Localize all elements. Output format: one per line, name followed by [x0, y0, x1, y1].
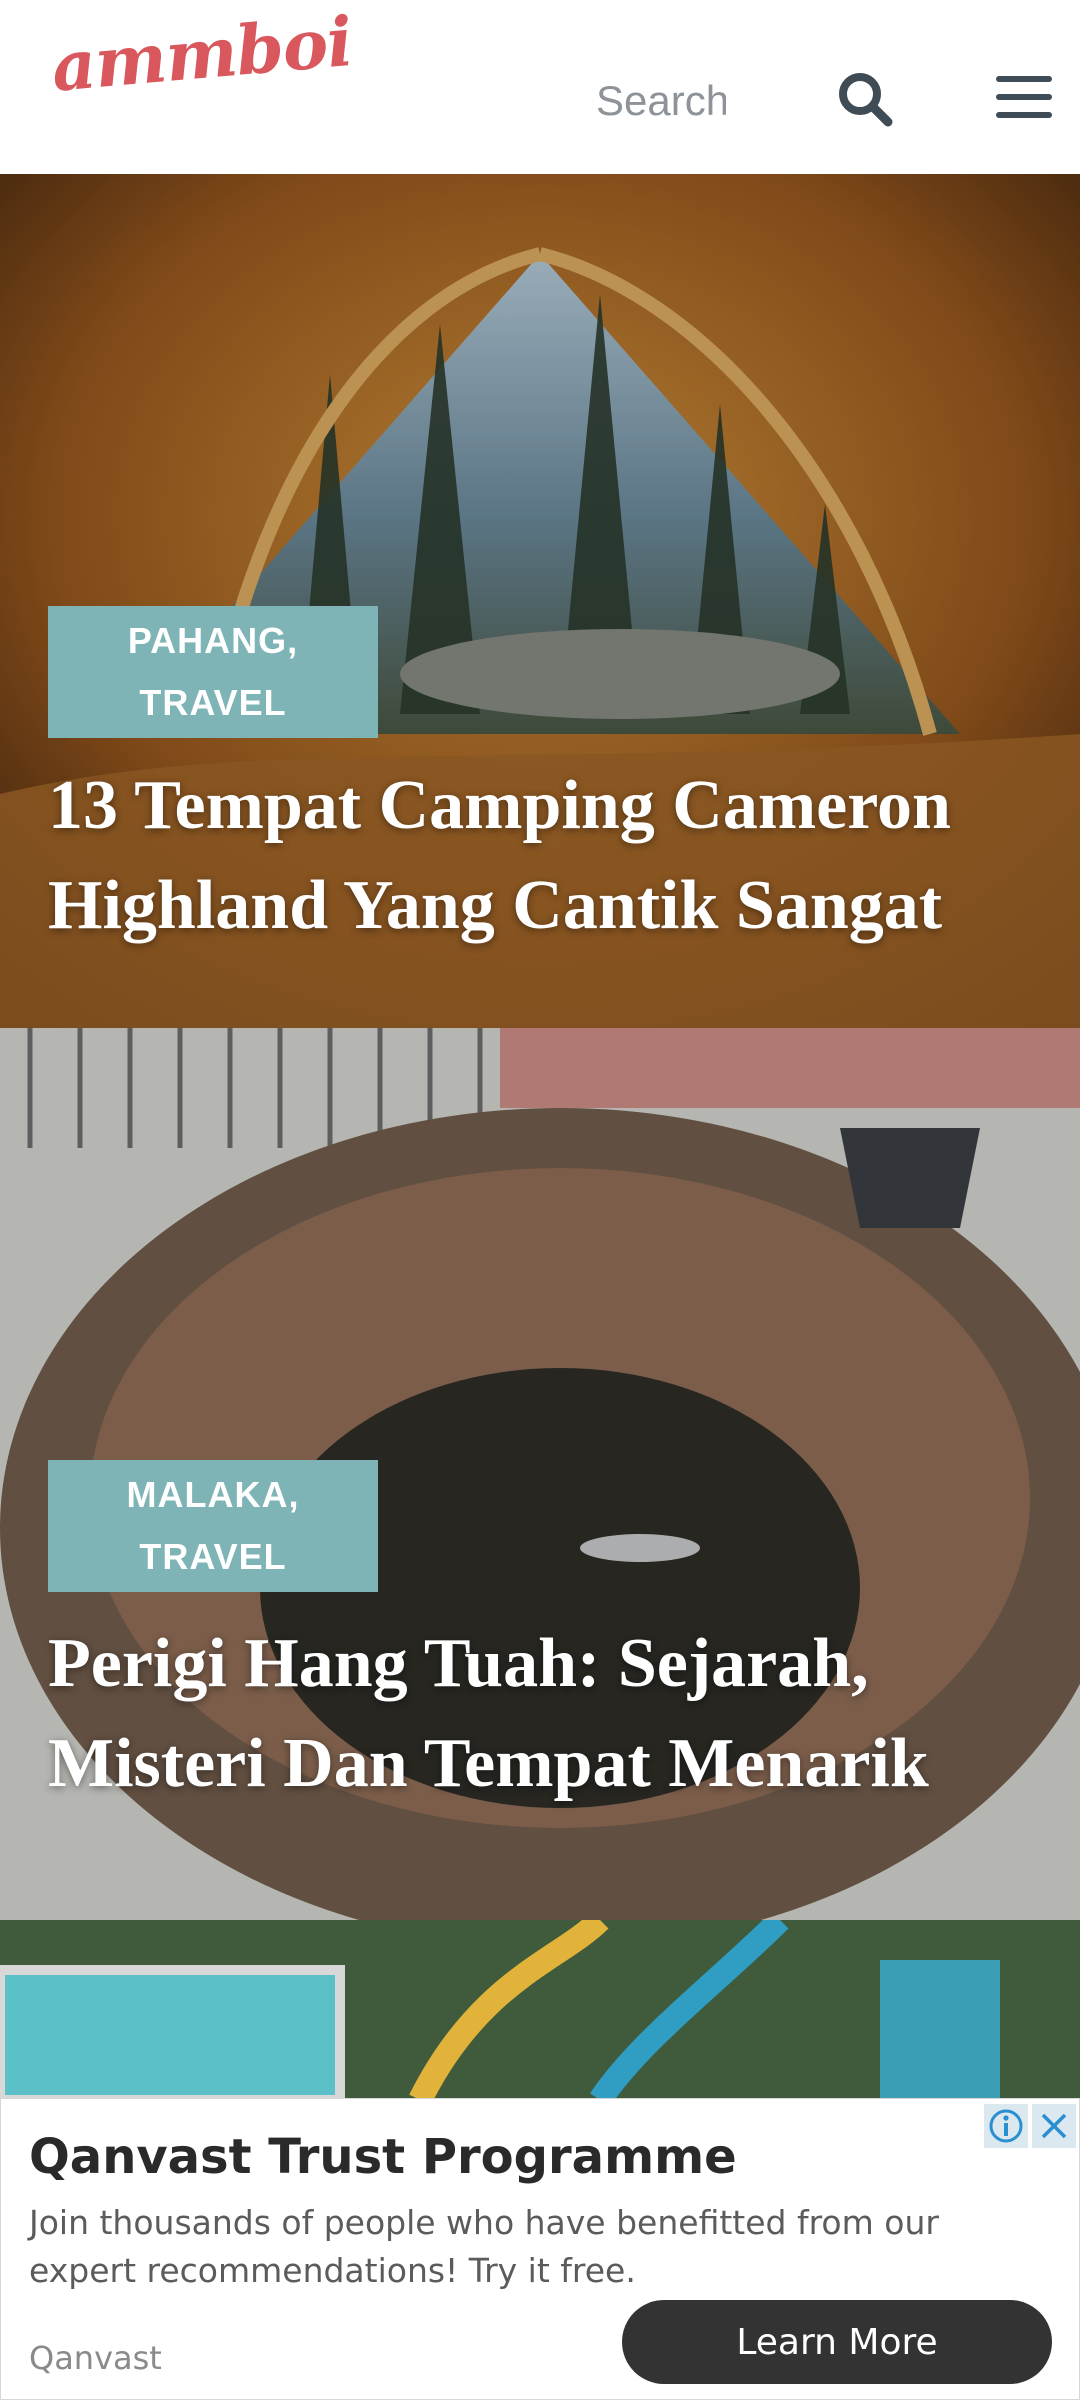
search-input[interactable] [596, 62, 726, 140]
ad-advertiser: Qanvast [29, 2339, 162, 2377]
menu-line [996, 76, 1052, 82]
category-label[interactable]: TRAVEL [48, 672, 378, 734]
category-label[interactable]: MALAKA, [48, 1464, 378, 1526]
menu-line [996, 112, 1052, 118]
post-image [0, 1920, 1080, 2100]
site-logo[interactable]: ammboi [49, 2, 356, 108]
info-icon[interactable] [984, 2104, 1028, 2148]
ad-title[interactable]: Qanvast Trust Programme [29, 2129, 737, 2185]
post-card[interactable]: MALAKA, TRAVEL Perigi Hang Tuah: Sejarah… [0, 1028, 1080, 1920]
category-label[interactable]: PAHANG, [48, 610, 378, 672]
post-title[interactable]: Perigi Hang Tuah: Sejarah, Misteri Dan T… [48, 1614, 1048, 1814]
post-card[interactable]: PAHANG, TRAVEL 13 Tempat Camping Cameron… [0, 174, 1080, 1028]
close-icon-glyph [1041, 2113, 1067, 2139]
menu-line [996, 94, 1052, 100]
post-card[interactable] [0, 1920, 1080, 2100]
hamburger-menu-icon[interactable] [996, 76, 1052, 122]
search-icon [839, 73, 893, 127]
close-icon[interactable] [1032, 2104, 1076, 2148]
ad-body: Join thousands of people who have benefi… [29, 2203, 939, 2290]
learn-more-button[interactable]: Learn More [622, 2300, 1052, 2384]
site-header: ammboi [0, 0, 1080, 175]
category-badge[interactable]: MALAKA, TRAVEL [48, 1460, 378, 1592]
category-badge[interactable]: PAHANG, TRAVEL [48, 606, 378, 738]
search-button[interactable] [836, 70, 894, 128]
category-label[interactable]: TRAVEL [48, 1526, 378, 1588]
info-icon-glyph [989, 2109, 1023, 2143]
post-title[interactable]: 13 Tempat Camping Cameron Highland Yang … [48, 756, 1048, 956]
